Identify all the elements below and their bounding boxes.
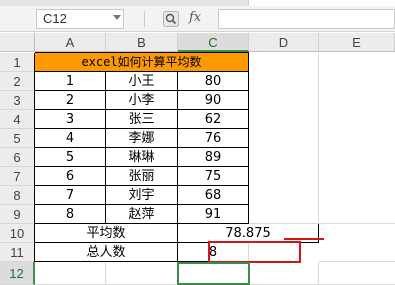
cell-a5[interactable]: 4 bbox=[35, 129, 106, 148]
cell-c5[interactable]: 76 bbox=[178, 129, 249, 148]
active-tab-edge bbox=[248, 0, 395, 6]
cell-b8[interactable]: 刘宇 bbox=[106, 186, 178, 205]
column-header-e[interactable]: E bbox=[319, 33, 395, 52]
row-header-5[interactable]: 5 bbox=[0, 129, 35, 148]
cell-b7[interactable]: 张丽 bbox=[106, 167, 178, 186]
chevron-down-icon[interactable] bbox=[113, 15, 121, 20]
cell-a3[interactable]: 2 bbox=[35, 91, 106, 110]
cell-range-e1-e9[interactable] bbox=[319, 53, 395, 224]
cell-c9[interactable]: 91 bbox=[178, 205, 249, 224]
cell-e12[interactable] bbox=[319, 262, 395, 285]
cell-c6[interactable]: 89 bbox=[178, 148, 249, 167]
cell-a6[interactable]: 5 bbox=[35, 148, 106, 167]
cell-c8[interactable]: 68 bbox=[178, 186, 249, 205]
row-header-8[interactable]: 8 bbox=[0, 186, 35, 205]
row-header-10[interactable]: 10 bbox=[0, 224, 35, 243]
cell-a8[interactable]: 7 bbox=[35, 186, 106, 205]
row-header-7[interactable]: 7 bbox=[0, 167, 35, 186]
cell-c7[interactable]: 75 bbox=[178, 167, 249, 186]
cell-a7[interactable]: 6 bbox=[35, 167, 106, 186]
row-header-3[interactable]: 3 bbox=[0, 91, 35, 110]
cell-a12[interactable] bbox=[35, 262, 106, 285]
cell-c3[interactable]: 90 bbox=[178, 91, 249, 110]
cell-b12[interactable] bbox=[106, 262, 178, 285]
highlight-line bbox=[284, 238, 324, 240]
fx-icon[interactable]: fx bbox=[189, 9, 201, 27]
cell-range-e10-e11[interactable] bbox=[319, 224, 395, 262]
cell-b9[interactable]: 赵萍 bbox=[106, 205, 178, 224]
row-header-12[interactable]: 12 bbox=[0, 262, 35, 285]
formula-input[interactable] bbox=[218, 9, 395, 29]
zoom-icon[interactable] bbox=[163, 11, 179, 27]
cell-b4[interactable]: 张三 bbox=[106, 110, 178, 129]
cell-a9[interactable]: 8 bbox=[35, 205, 106, 224]
cell-c2[interactable]: 80 bbox=[178, 72, 249, 91]
row-header-1[interactable]: 1 bbox=[0, 53, 35, 72]
selected-cell-outline bbox=[177, 262, 250, 285]
cell-a2[interactable]: 1 bbox=[35, 72, 106, 91]
row-header-2[interactable]: 2 bbox=[0, 72, 35, 91]
cell-b3[interactable]: 小李 bbox=[106, 91, 178, 110]
count-label-cell[interactable]: 总人数 bbox=[35, 243, 178, 262]
highlight-box bbox=[208, 241, 301, 263]
cell-d12[interactable] bbox=[249, 262, 319, 285]
title-cell[interactable]: excel如何计算平均数 bbox=[35, 53, 249, 72]
name-box[interactable]: C12 bbox=[36, 9, 124, 29]
table-border-top bbox=[35, 52, 249, 53]
cell-a4[interactable]: 3 bbox=[35, 110, 106, 129]
spreadsheet-grid: A B C D E 1 2 3 4 5 6 7 8 9 10 11 12 exc… bbox=[0, 33, 395, 285]
title-text: excel如何计算平均数 bbox=[81, 55, 202, 69]
select-all-corner[interactable] bbox=[0, 33, 35, 52]
row-header-11[interactable]: 11 bbox=[0, 243, 35, 262]
cell-b2[interactable]: 小王 bbox=[106, 72, 178, 91]
column-header-c[interactable]: C bbox=[178, 33, 249, 52]
cell-b6[interactable]: 琳琳 bbox=[106, 148, 178, 167]
average-label-cell[interactable]: 平均数 bbox=[35, 224, 178, 243]
cell-c4[interactable]: 62 bbox=[178, 110, 249, 129]
row-header-6[interactable]: 6 bbox=[0, 148, 35, 167]
formula-bar: C12 fx bbox=[0, 0, 395, 32]
row-header-9[interactable]: 9 bbox=[0, 205, 35, 224]
column-header-b[interactable]: B bbox=[106, 33, 178, 52]
cell-range-d1-d9[interactable] bbox=[249, 53, 319, 224]
cell-b5[interactable]: 李娜 bbox=[106, 129, 178, 148]
column-header-d[interactable]: D bbox=[249, 33, 319, 52]
column-header-a[interactable]: A bbox=[35, 33, 106, 52]
row-header-4[interactable]: 4 bbox=[0, 110, 35, 129]
divider bbox=[144, 11, 145, 27]
